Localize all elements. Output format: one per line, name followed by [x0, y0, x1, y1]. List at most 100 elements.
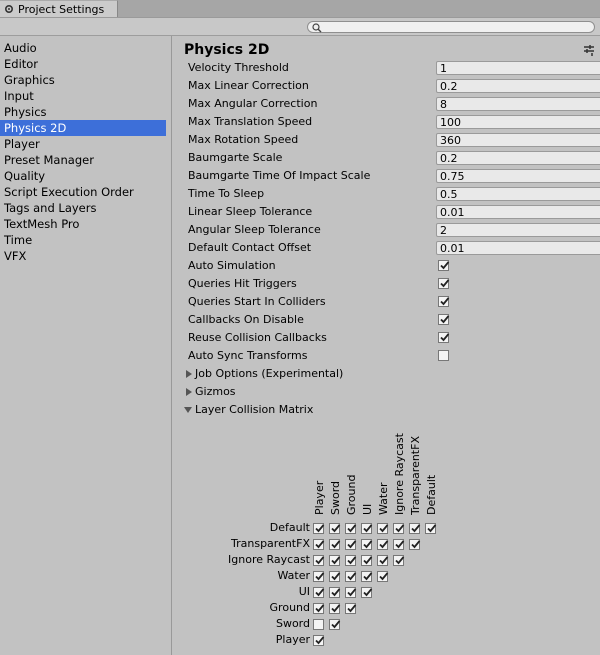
field-max-linear-correction-input[interactable]: 0.2: [436, 79, 600, 93]
matrix-checkbox[interactable]: [393, 555, 405, 566]
matrix-checkbox[interactable]: [329, 587, 341, 598]
sidebar-item-tags-and-layers[interactable]: Tags and Layers: [0, 200, 166, 216]
window-tab-bar: Project Settings: [0, 0, 600, 18]
search-input[interactable]: [307, 21, 595, 33]
checkmark-icon: [315, 540, 325, 549]
matrix-checkbox[interactable]: [377, 523, 389, 534]
settings-menu-icon[interactable]: [583, 45, 595, 56]
field-angular-sleep-tolerance-input[interactable]: 2: [436, 223, 600, 237]
sidebar-item-input[interactable]: Input: [0, 88, 166, 104]
matrix-checkbox[interactable]: [361, 555, 373, 566]
toggle-callbacks-on-disable-checkbox[interactable]: [438, 314, 450, 325]
matrix-checkbox[interactable]: [377, 571, 389, 582]
field-linear-sleep-tolerance-input[interactable]: 0.01: [436, 205, 600, 219]
checkmark-icon: [347, 588, 357, 597]
toggle-queries-start-in-colliders-checkbox[interactable]: [438, 296, 450, 307]
matrix-checkbox[interactable]: [313, 603, 325, 614]
checkmark-icon: [331, 540, 341, 549]
matrix-checkbox[interactable]: [313, 555, 325, 566]
field-label: Max Translation Speed: [188, 115, 313, 128]
matrix-checkbox[interactable]: [313, 619, 324, 630]
checkmark-icon: [395, 540, 405, 549]
matrix-checkbox[interactable]: [313, 539, 325, 550]
matrix-checkbox[interactable]: [345, 555, 357, 566]
search-icon: [312, 23, 322, 33]
checkmark-icon: [395, 556, 405, 565]
toggle-reuse-collision-callbacks-checkbox[interactable]: [438, 332, 450, 343]
toggle-auto-simulation-checkbox[interactable]: [438, 260, 450, 271]
matrix-checkbox[interactable]: [425, 523, 437, 534]
matrix-checkbox[interactable]: [345, 587, 357, 598]
matrix-checkbox[interactable]: [393, 539, 405, 550]
matrix-checkbox[interactable]: [361, 571, 373, 582]
toggle-label: Auto Simulation: [188, 259, 276, 272]
matrix-row-label: UI: [298, 585, 310, 598]
field-max-translation-speed-input[interactable]: 100: [436, 115, 600, 129]
matrix-checkbox[interactable]: [345, 603, 357, 614]
triangle-down-icon: [184, 407, 192, 413]
toggle-label: Auto Sync Transforms: [188, 349, 308, 362]
sidebar-item-textmesh-pro[interactable]: TextMesh Pro: [0, 216, 166, 232]
matrix-checkbox[interactable]: [313, 635, 325, 646]
sidebar-item-editor[interactable]: Editor: [0, 56, 166, 72]
sidebar-item-graphics[interactable]: Graphics: [0, 72, 166, 88]
checkmark-icon: [440, 261, 450, 270]
field-label: Max Rotation Speed: [188, 133, 299, 146]
field-baumgarte-time-of-impact-scale-input[interactable]: 0.75: [436, 169, 600, 183]
matrix-row-label: Sword: [275, 617, 310, 630]
matrix-checkbox[interactable]: [329, 619, 341, 630]
field-label: Angular Sleep Tolerance: [188, 223, 321, 236]
matrix-checkbox[interactable]: [329, 523, 341, 534]
field-default-contact-offset-input[interactable]: 0.01: [436, 241, 600, 255]
checkmark-icon: [379, 556, 389, 565]
matrix-row-label: Water: [277, 569, 310, 582]
sidebar-item-player[interactable]: Player: [0, 136, 166, 152]
matrix-checkbox[interactable]: [409, 539, 421, 550]
matrix-checkbox[interactable]: [345, 539, 357, 550]
matrix-checkbox[interactable]: [361, 587, 373, 598]
matrix-column-label: UI: [361, 503, 374, 515]
matrix-checkbox[interactable]: [393, 523, 405, 534]
field-max-rotation-speed-input[interactable]: 360: [436, 133, 600, 147]
matrix-checkbox[interactable]: [329, 603, 341, 614]
foldout-gizmos[interactable]: Gizmos: [186, 383, 236, 401]
checkmark-icon: [440, 279, 450, 288]
toggle-label: Queries Hit Triggers: [188, 277, 297, 290]
tab-project-settings[interactable]: Project Settings: [0, 0, 118, 17]
field-max-angular-correction-input[interactable]: 8: [436, 97, 600, 111]
matrix-checkbox[interactable]: [345, 571, 357, 582]
field-velocity-threshold-input[interactable]: 1: [436, 61, 600, 75]
sidebar-item-audio[interactable]: Audio: [0, 40, 166, 56]
matrix-checkbox[interactable]: [377, 555, 389, 566]
matrix-checkbox[interactable]: [377, 539, 389, 550]
matrix-checkbox[interactable]: [313, 587, 325, 598]
foldout-layer-collision-matrix[interactable]: Layer Collision Matrix: [184, 401, 313, 419]
foldout-label: Gizmos: [195, 385, 236, 398]
checkmark-icon: [315, 588, 325, 597]
sidebar-item-physics-2d[interactable]: Physics 2D: [0, 120, 166, 136]
matrix-checkbox[interactable]: [329, 539, 341, 550]
sidebar-item-preset-manager[interactable]: Preset Manager: [0, 152, 166, 168]
field-baumgarte-scale-input[interactable]: 0.2: [436, 151, 600, 165]
toggle-auto-sync-transforms-checkbox[interactable]: [438, 350, 449, 361]
matrix-checkbox[interactable]: [361, 523, 373, 534]
matrix-checkbox[interactable]: [313, 571, 325, 582]
matrix-checkbox[interactable]: [345, 523, 357, 534]
sidebar-item-quality[interactable]: Quality: [0, 168, 166, 184]
foldout-job-options-experimental-[interactable]: Job Options (Experimental): [186, 365, 343, 383]
field-time-to-sleep-input[interactable]: 0.5: [436, 187, 600, 201]
checkmark-icon: [363, 524, 373, 533]
matrix-checkbox[interactable]: [313, 523, 325, 534]
matrix-checkbox[interactable]: [329, 555, 341, 566]
toggle-queries-hit-triggers-checkbox[interactable]: [438, 278, 450, 289]
checkmark-icon: [363, 572, 373, 581]
sidebar-item-vfx[interactable]: VFX: [0, 248, 166, 264]
matrix-checkbox[interactable]: [409, 523, 421, 534]
sidebar-item-time[interactable]: Time: [0, 232, 166, 248]
matrix-checkbox[interactable]: [329, 571, 341, 582]
checkmark-icon: [379, 524, 389, 533]
checkmark-icon: [379, 540, 389, 549]
sidebar-item-script-execution-order[interactable]: Script Execution Order: [0, 184, 166, 200]
matrix-checkbox[interactable]: [361, 539, 373, 550]
sidebar-item-physics[interactable]: Physics: [0, 104, 166, 120]
